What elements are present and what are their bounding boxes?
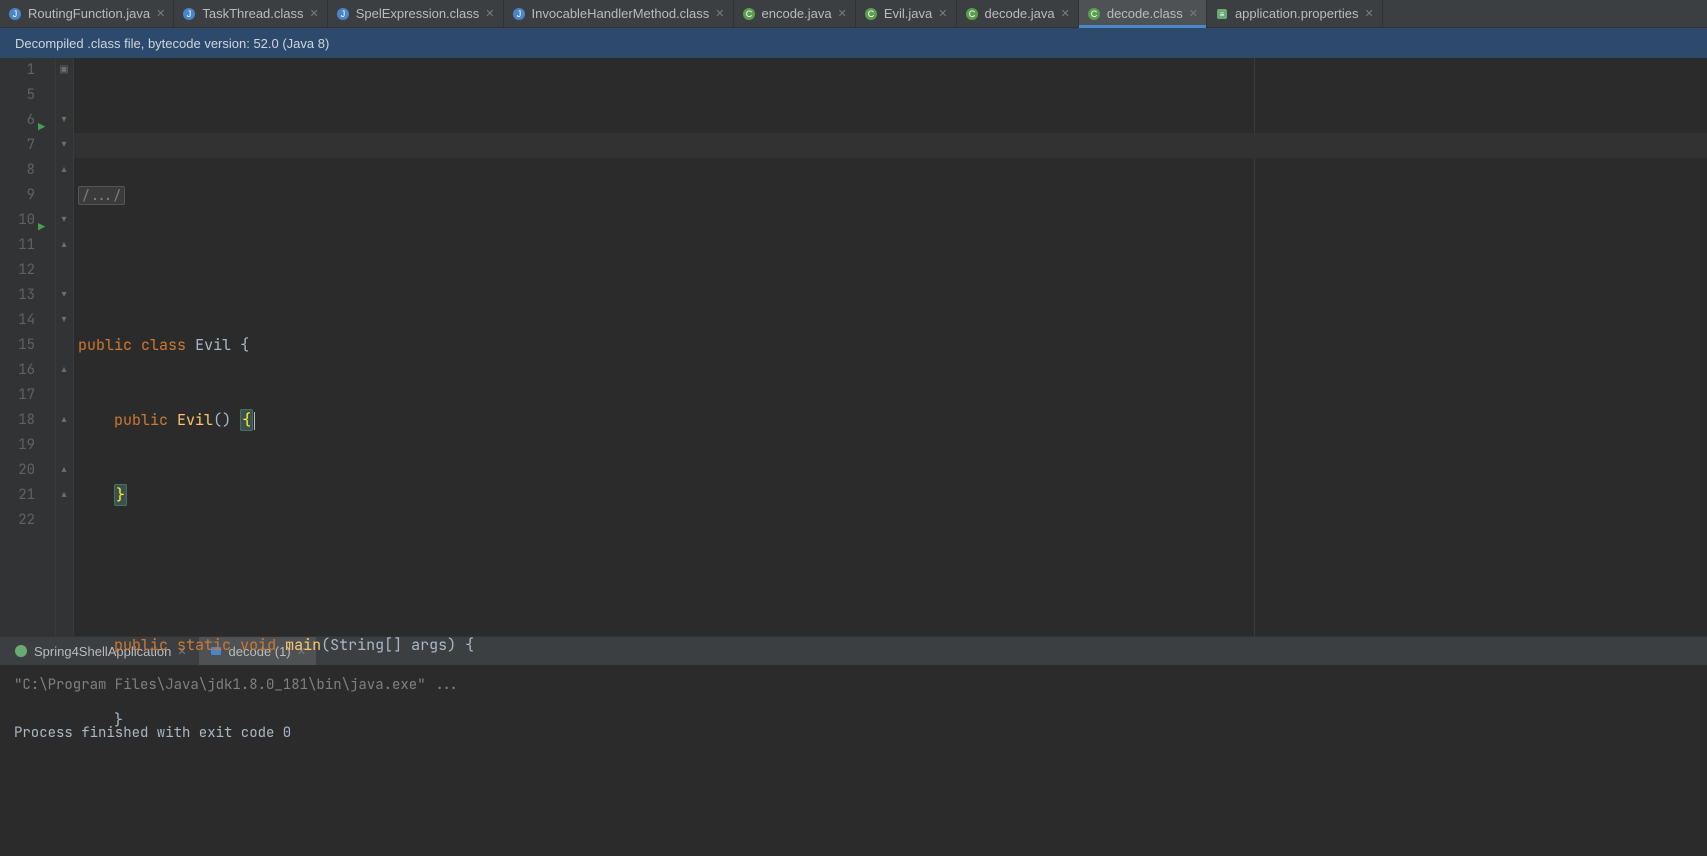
- close-icon[interactable]: ✕: [1365, 7, 1374, 20]
- decompiled-banner: Decompiled .class file, bytecode version…: [0, 28, 1707, 58]
- properties-icon: ≡: [1215, 7, 1229, 21]
- line-number: 18: [0, 408, 35, 433]
- svg-text:C: C: [868, 9, 875, 19]
- line-number-gutter[interactable]: 1 5 6 7 8 9 10 11 12 13 14 15 16 17 18 1…: [0, 58, 56, 636]
- tab-label: RoutingFunction.java: [28, 6, 150, 21]
- line-number: 19: [0, 433, 35, 458]
- java-icon: J: [512, 7, 526, 21]
- tab-label: TaskThread.class: [202, 6, 303, 21]
- fold-collapse-icon[interactable]: ▾: [59, 140, 69, 150]
- close-icon[interactable]: ✕: [838, 7, 847, 20]
- tab-routingfunction[interactable]: J RoutingFunction.java ✕: [0, 0, 174, 27]
- line-number: 7: [0, 133, 35, 158]
- fold-collapse-icon[interactable]: ▾: [59, 290, 69, 300]
- java-icon: J: [8, 7, 22, 21]
- close-icon[interactable]: ✕: [1061, 7, 1070, 20]
- line-number: 1: [0, 58, 35, 83]
- line-number: 16: [0, 358, 35, 383]
- editor-tabbar: J RoutingFunction.java ✕ J TaskThread.cl…: [0, 0, 1707, 28]
- fold-collapse-icon[interactable]: ▾: [59, 215, 69, 225]
- fold-end-icon[interactable]: ▴: [59, 365, 69, 375]
- svg-text:C: C: [1091, 9, 1098, 19]
- tab-label: SpelExpression.class: [356, 6, 480, 21]
- class-icon: C: [965, 7, 979, 21]
- line-number: 22: [0, 508, 35, 533]
- code-area[interactable]: /.../ public class Evil { public Evil() …: [74, 58, 1707, 636]
- close-icon[interactable]: ✕: [156, 7, 165, 20]
- folded-region[interactable]: /.../: [78, 186, 125, 205]
- line-number: 9: [0, 183, 35, 208]
- tab-label: Evil.java: [884, 6, 932, 21]
- line-number: 6: [0, 108, 35, 133]
- spring-icon: [14, 644, 28, 658]
- tab-invocablehandlermethod[interactable]: J InvocableHandlerMethod.class ✕: [504, 0, 734, 27]
- tab-encode[interactable]: C encode.java ✕: [734, 0, 856, 27]
- svg-text:J: J: [516, 9, 521, 19]
- line-number: 11: [0, 233, 35, 258]
- java-icon: J: [336, 7, 350, 21]
- fold-expand-icon[interactable]: ▣: [59, 65, 69, 75]
- fold-collapse-icon[interactable]: ▾: [59, 115, 69, 125]
- class-icon: C: [742, 7, 756, 21]
- svg-text:J: J: [340, 9, 345, 19]
- fold-gutter[interactable]: ▣ ▾ ▾ ▴ ▾ ▴ ▾ ▾ ▴ ▴ ▴ ▴: [56, 58, 74, 636]
- svg-text:C: C: [968, 9, 975, 19]
- tab-decode-java[interactable]: C decode.java ✕: [957, 0, 1079, 27]
- line-number: 10: [0, 208, 35, 233]
- close-icon[interactable]: ✕: [1189, 7, 1198, 20]
- line-number: 20: [0, 458, 35, 483]
- tab-label: InvocableHandlerMethod.class: [532, 6, 710, 21]
- line-number: 5: [0, 83, 35, 108]
- line-number: 17: [0, 383, 35, 408]
- editor: 1 5 6 7 8 9 10 11 12 13 14 15 16 17 18 1…: [0, 58, 1707, 636]
- tab-application-properties[interactable]: ≡ application.properties ✕: [1207, 0, 1383, 27]
- tab-evil[interactable]: C Evil.java ✕: [856, 0, 957, 27]
- close-icon[interactable]: ✕: [485, 7, 494, 20]
- tab-taskthread[interactable]: J TaskThread.class ✕: [174, 0, 327, 27]
- current-line-highlight: [74, 133, 1707, 158]
- class-icon: C: [1087, 7, 1101, 21]
- text-caret: [254, 412, 255, 430]
- tab-label: decode.class: [1107, 6, 1183, 21]
- close-icon[interactable]: ✕: [715, 7, 724, 20]
- close-icon[interactable]: ✕: [310, 7, 319, 20]
- line-number: 15: [0, 333, 35, 358]
- java-icon: J: [182, 7, 196, 21]
- tab-decode-class[interactable]: C decode.class ✕: [1079, 0, 1207, 27]
- fold-end-icon[interactable]: ▴: [59, 165, 69, 175]
- fold-end-icon[interactable]: ▴: [59, 240, 69, 250]
- svg-text:J: J: [187, 9, 192, 19]
- run-gutter-icon[interactable]: ▶: [38, 215, 45, 240]
- fold-end-icon[interactable]: ▴: [59, 490, 69, 500]
- line-number: 13: [0, 283, 35, 308]
- fold-end-icon[interactable]: ▴: [59, 465, 69, 475]
- class-icon: C: [864, 7, 878, 21]
- tab-label: application.properties: [1235, 6, 1359, 21]
- line-number: 12: [0, 258, 35, 283]
- tab-label: decode.java: [985, 6, 1055, 21]
- fold-collapse-icon[interactable]: ▾: [59, 315, 69, 325]
- svg-text:≡: ≡: [1220, 10, 1225, 19]
- tab-label: encode.java: [762, 6, 832, 21]
- tab-spelexpression[interactable]: J SpelExpression.class ✕: [328, 0, 504, 27]
- line-number: 8: [0, 158, 35, 183]
- line-number: 14: [0, 308, 35, 333]
- fold-end-icon[interactable]: ▴: [59, 415, 69, 425]
- close-icon[interactable]: ✕: [938, 7, 947, 20]
- line-number: 21: [0, 483, 35, 508]
- run-gutter-icon[interactable]: ▶: [38, 115, 45, 140]
- svg-text:C: C: [745, 9, 752, 19]
- banner-text: Decompiled .class file, bytecode version…: [15, 36, 329, 51]
- svg-text:J: J: [13, 9, 18, 19]
